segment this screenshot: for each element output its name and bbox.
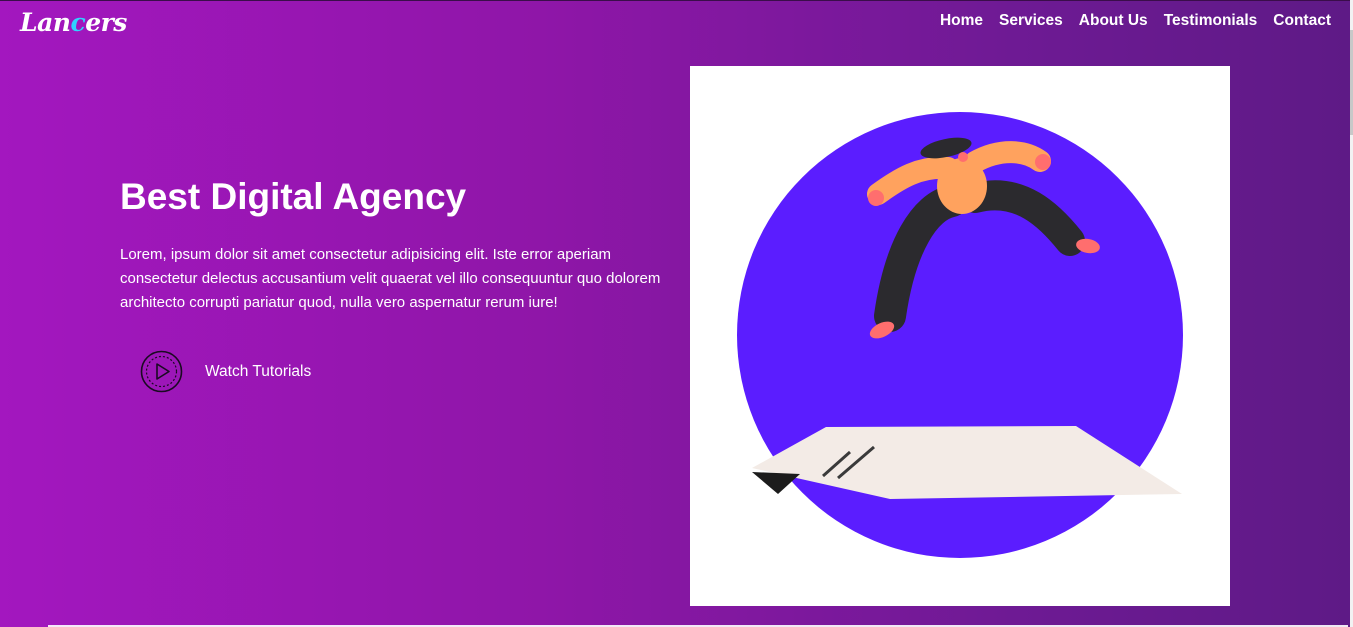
- nav-link-testimonials[interactable]: Testimonials: [1164, 12, 1258, 30]
- logo-text-accent: c: [70, 8, 86, 37]
- hero-title: Best Digital Agency: [120, 176, 467, 217]
- brand-logo[interactable]: Lancers: [20, 8, 127, 37]
- person-jumping-illustration: [737, 112, 1183, 558]
- nav-link-home[interactable]: Home: [940, 12, 983, 30]
- hero-illustration-card: [690, 66, 1230, 606]
- logo-text-end: ers: [85, 8, 127, 37]
- nav-link-services[interactable]: Services: [999, 12, 1063, 30]
- watch-tutorials-button[interactable]: Watch Tutorials: [140, 350, 311, 393]
- nav-link-contact[interactable]: Contact: [1273, 12, 1331, 30]
- logo-text-start: Lan: [20, 8, 71, 37]
- play-circle-icon[interactable]: [140, 350, 183, 393]
- watch-tutorials-label: Watch Tutorials: [205, 362, 312, 380]
- hero-description: Lorem, ipsum dolor sit amet consectetur …: [120, 246, 661, 311]
- nav-link-about-us[interactable]: About Us: [1079, 12, 1148, 30]
- main-nav: Home Services About Us Testimonials Cont…: [940, 12, 1331, 30]
- top-border: [0, 0, 1353, 1]
